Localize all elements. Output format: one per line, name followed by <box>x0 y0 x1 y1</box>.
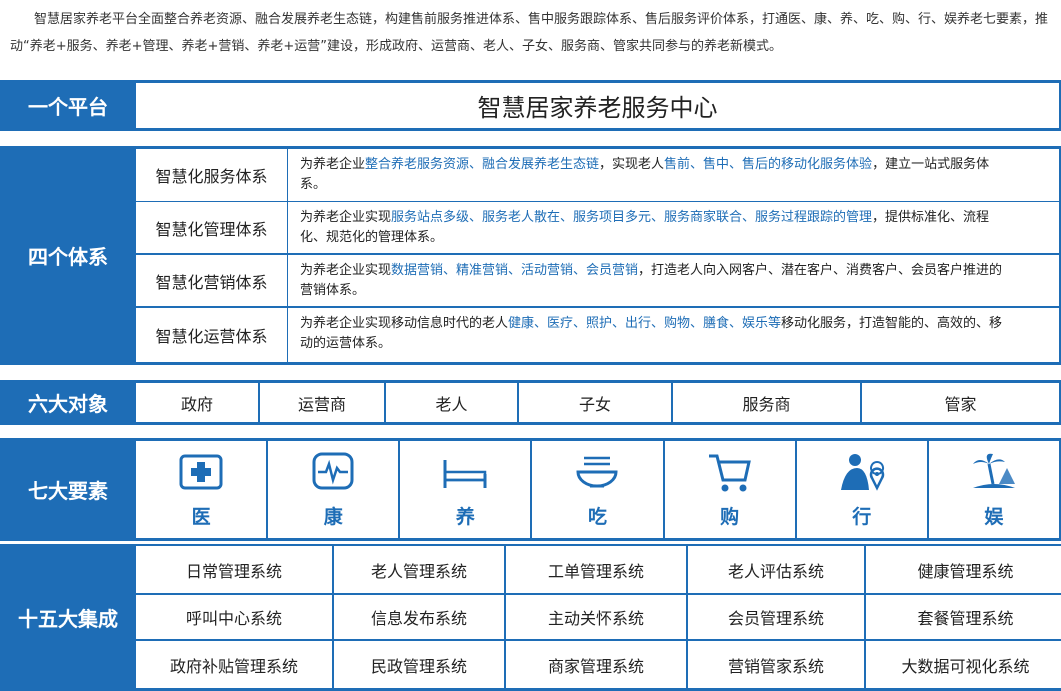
elements-area: 医康养吃购行娱 <box>136 438 1059 541</box>
system-row: 智慧化服务体系 为养老企业整合养老服务资源、融合发展养老生态链，实现老人售前、售中… <box>136 149 1059 201</box>
integration-item: 老人评估系统 <box>688 546 864 593</box>
element-item: 康 <box>268 441 399 538</box>
platform-band: 一个平台 智慧居家养老服务中心 <box>0 80 1061 131</box>
bed-icon <box>440 450 490 498</box>
system-description: 为养老企业实现移动信息时代的老人健康、医疗、照护、出行、购物、膳食、娱乐等移动化… <box>288 308 1059 362</box>
noodle-bowl-icon <box>572 450 622 498</box>
shopping-cart-icon <box>705 450 755 498</box>
system-description: 为养老企业整合养老服务资源、融合发展养老生态链，实现老人售前、售中、售后的移动化… <box>288 149 1059 201</box>
systems-band: 四个体系 智慧化服务体系 为养老企业整合养老服务资源、融合发展养老生态链，实现老人… <box>0 146 1061 365</box>
description-text: 为养老企业实现移动信息时代的老人 <box>300 316 509 331</box>
object-item: 政府 <box>136 383 258 422</box>
intro-paragraph: 智慧居家养老平台全面整合养老资源、融合发展养老生态链，构建售前服务推进体系、售中… <box>10 12 1049 54</box>
element-item: 养 <box>400 441 531 538</box>
integration-item: 会员管理系统 <box>688 595 864 639</box>
object-item: 运营商 <box>260 383 384 422</box>
integrations-grid: 日常管理系统 老人管理系统 工单管理系统 老人评估系统 健康管理系统呼叫中心系统 信息发布… <box>136 544 1061 691</box>
integration-item: 呼叫中心系统 <box>136 595 332 639</box>
integration-item: 工单管理系统 <box>506 546 686 593</box>
integration-item: 信息发布系统 <box>334 595 504 639</box>
system-row: 智慧化运营体系 为养老企业实现移动信息时代的老人健康、医疗、照护、出行、购物、膳食… <box>136 308 1059 362</box>
objects-label: 六大对象 <box>28 392 108 416</box>
object-item: 子女 <box>519 383 671 422</box>
system-row: 智慧化管理体系 为养老企业实现服务站点多级、服务老人散在、服务项目多元、服务商家联… <box>136 202 1059 253</box>
object-item: 管家 <box>862 383 1059 422</box>
element-label: 康 <box>323 506 343 528</box>
object-item: 服务商 <box>673 383 860 422</box>
element-label: 行 <box>852 506 872 528</box>
integration-item: 日常管理系统 <box>136 546 332 593</box>
integrations-band: 十五大集成 日常管理系统 老人管理系统 工单管理系统 老人评估系统 健康管理系统呼叫中心… <box>0 544 1061 691</box>
integration-item: 套餐管理系统 <box>866 595 1061 639</box>
highlight-text: 健康、医疗、照护、出行、购物、膳食、娱乐等 <box>508 316 782 331</box>
platform-title: 智慧居家养老服务中心 <box>477 94 718 122</box>
highlight-text: 整合养老服务资源、融合发展养老生态链 <box>365 157 600 172</box>
medical-kit-icon <box>176 450 226 498</box>
element-item: 行 <box>796 441 927 538</box>
integrations-label: 十五大集成 <box>18 607 118 631</box>
element-item: 吃 <box>532 441 663 538</box>
highlight-text: 数据营销、精准营销、活动营销、会员营销 <box>391 263 639 278</box>
integration-item: 主动关怀系统 <box>506 595 686 639</box>
platform-area: 智慧居家养老服务中心 <box>136 83 1059 128</box>
integration-item: 商家管理系统 <box>506 641 686 688</box>
system-name: 智慧化运营体系 <box>136 308 288 362</box>
integration-item: 政府补贴管理系统 <box>136 641 332 688</box>
elements-label: 七大要素 <box>28 479 108 503</box>
description-text: 为养老企业实现 <box>300 210 392 225</box>
highlight-text: 服务站点多级、服务老人散在、服务项目多元、服务商家联合、服务过程跟踪的管理 <box>391 210 873 225</box>
element-label: 购 <box>720 506 740 528</box>
integration-item: 老人管理系统 <box>334 546 504 593</box>
integration-item: 健康管理系统 <box>866 546 1061 593</box>
elements-band: 七大要素 医 康 养 吃 购 行 娱 <box>0 438 1061 541</box>
platform-label: 一个平台 <box>28 95 108 119</box>
systems-label: 四个体系 <box>28 245 108 269</box>
system-name: 智慧化服务体系 <box>136 149 288 201</box>
description-text: 为养老企业 <box>300 157 366 172</box>
system-name: 智慧化管理体系 <box>136 202 288 253</box>
system-description: 为养老企业实现数据营销、精准营销、活动营销、会员营销，打造老人向入网客户、潜在客… <box>288 255 1059 306</box>
object-item: 老人 <box>386 383 517 422</box>
highlight-text: 售前、售中、售后的移动化服务体验 <box>664 157 873 172</box>
element-label: 娱 <box>984 506 1004 528</box>
system-name: 智慧化营销体系 <box>136 255 288 306</box>
objects-area: 政府 运营商 老人 子女 服务商 管家 <box>136 380 1059 425</box>
integration-item: 民政管理系统 <box>334 641 504 688</box>
system-row: 智慧化营销体系 为养老企业实现数据营销、精准营销、活动营销、会员营销，打造老人向入… <box>136 255 1059 306</box>
description-text: ，实现老人 <box>599 157 665 172</box>
description-text: 为养老企业实现 <box>300 263 392 278</box>
system-description: 为养老企业实现服务站点多级、服务老人散在、服务项目多元、服务商家联合、服务过程跟… <box>288 202 1059 253</box>
element-item: 购 <box>664 441 795 538</box>
heartbeat-monitor-icon <box>308 450 358 498</box>
element-item: 娱 <box>928 441 1059 538</box>
island-palm-icon <box>969 450 1019 498</box>
integrations-area: 日常管理系统 老人管理系统 工单管理系统 老人评估系统 健康管理系统呼叫中心系统 信息发布… <box>136 544 1061 691</box>
integration-item: 营销管家系统 <box>688 641 864 688</box>
element-label: 吃 <box>587 506 607 528</box>
traveler-location-icon <box>837 450 887 498</box>
element-item: 医 <box>136 441 267 538</box>
integration-item: 大数据可视化系统 <box>866 641 1061 688</box>
element-label: 医 <box>191 506 211 528</box>
systems-area: 智慧化服务体系 为养老企业整合养老服务资源、融合发展养老生态链，实现老人售前、售中… <box>136 146 1059 365</box>
objects-band: 六大对象 政府 运营商 老人 子女 服务商 管家 <box>0 380 1061 425</box>
element-label: 养 <box>455 506 475 528</box>
